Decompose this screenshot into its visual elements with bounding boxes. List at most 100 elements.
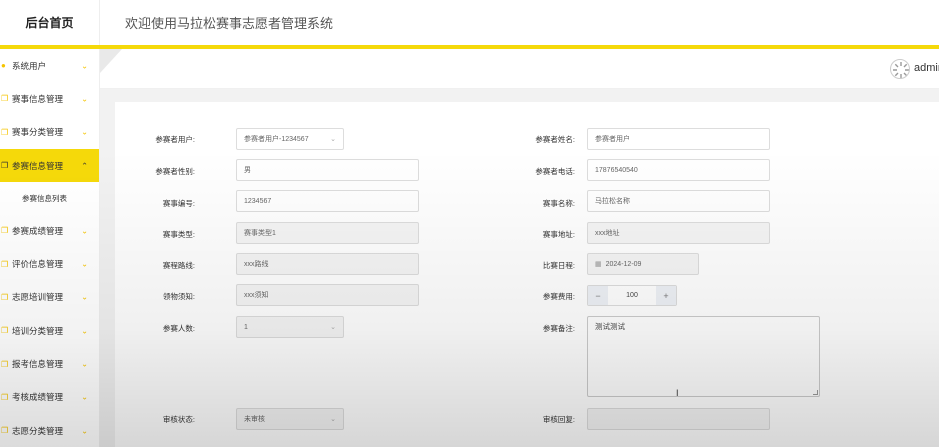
sidebar-item-volunteer-training[interactable]: ❐ 志愿培训管理 ⌄: [0, 281, 99, 314]
participant-count-value: 1: [244, 323, 248, 331]
route-value: xxx路线: [244, 261, 269, 268]
chevron-down-icon: ⌄: [81, 426, 88, 436]
menu-icon: ❐: [1, 392, 9, 402]
sidebar-item-results[interactable]: ❐ 参赛成绩管理 ⌄: [0, 214, 99, 247]
sidebar-item-reviews[interactable]: ❐ 评价信息管理 ⌄: [0, 247, 99, 280]
schedule-label: 比赛日程:: [542, 261, 575, 270]
sidebar-item-label: 考核成绩管理: [12, 392, 64, 403]
participant-name-label: 参赛者姓名:: [535, 135, 575, 144]
app-root: 后台首页 欢迎使用马拉松赛事志愿者管理系统 ● 系统用户 ⌄ ❐ 赛事信息管理 …: [0, 0, 939, 447]
menu-icon: ❐: [1, 426, 9, 436]
sidebar-item-participant-info[interactable]: ❐ 参赛信息管理 ⌃: [0, 148, 99, 183]
route-label: 赛程路线:: [162, 261, 195, 270]
chevron-down-icon: ⌄: [330, 416, 336, 423]
menu-icon: ❐: [1, 226, 9, 236]
sidebar-item-label: 赛事信息管理: [12, 93, 64, 104]
username[interactable]: admin: [914, 62, 939, 74]
sidebar-item-training-category[interactable]: ❐ 培训分类管理 ⌄: [0, 314, 99, 347]
participant-name-field[interactable]: 参赛者用户: [587, 128, 770, 150]
schedule-date-field[interactable]: ▦ 2024-12-09: [587, 253, 699, 275]
pickup-notice-value: xxx须知: [244, 292, 269, 299]
audit-status-value: 未审核: [244, 416, 265, 423]
phone-value: 17876540540: [595, 166, 638, 174]
avatar-icon: [893, 62, 909, 78]
event-number-field[interactable]: 1234567: [236, 190, 419, 212]
phone-label: 参赛者电话:: [535, 167, 575, 176]
event-type-value: 赛事类型1: [244, 230, 276, 237]
participant-user-select[interactable]: 参赛者用户-1234567 ⌄: [236, 128, 344, 150]
page-header: 欢迎使用马拉松赛事志愿者管理系统: [100, 0, 939, 45]
chevron-down-icon: ⌄: [81, 127, 88, 137]
event-address-label: 赛事地址:: [542, 230, 575, 239]
chevron-down-icon: ⌄: [81, 94, 88, 104]
chevron-down-icon: ⌄: [81, 61, 88, 71]
menu-icon: ❐: [1, 161, 9, 171]
phone-field[interactable]: 17876540540: [587, 159, 770, 181]
menu-icon: ❐: [1, 127, 9, 137]
system-title: 欢迎使用马拉松赛事志愿者管理系统: [125, 16, 334, 31]
sidebar: ● 系统用户 ⌄ ❐ 赛事信息管理 ⌄ ❐ 赛事分类管理 ⌄ ❐ 参赛信息管理 …: [0, 49, 100, 447]
chevron-down-icon: ⌄: [81, 326, 88, 336]
sidebar-item-label: 参赛信息管理: [12, 160, 64, 171]
menu-icon: ❐: [1, 359, 9, 369]
chevron-down-icon: ⌄: [81, 392, 88, 402]
audit-status-select[interactable]: 未审核 ⌄: [236, 408, 344, 430]
chevron-down-icon: ⌄: [330, 324, 336, 331]
fee-stepper[interactable]: − 100 +: [587, 285, 677, 306]
chevron-down-icon: ⌄: [330, 136, 336, 143]
menu-icon: ❐: [1, 292, 9, 302]
event-address-value: xxx地址: [595, 230, 620, 237]
event-number-value: 1234567: [244, 197, 272, 205]
decrement-button[interactable]: −: [588, 286, 608, 305]
sidebar-item-application[interactable]: ❐ 报考信息管理 ⌄: [0, 347, 99, 380]
chevron-up-icon: ⌃: [81, 161, 88, 171]
gender-field[interactable]: 男: [236, 159, 419, 181]
event-address-field[interactable]: xxx地址: [587, 222, 770, 244]
chevron-down-icon: ⌄: [81, 259, 88, 269]
sidebar-item-label: 评价信息管理: [12, 259, 64, 270]
fee-value: 100: [608, 286, 656, 305]
collapse-sidebar-toggle[interactable]: [100, 49, 122, 73]
sidebar-item-system-users[interactable]: ● 系统用户 ⌄: [0, 49, 99, 82]
audit-reply-field[interactable]: [587, 408, 770, 430]
resize-handle[interactable]: [813, 390, 818, 395]
event-number-label: 赛事编号:: [162, 199, 195, 208]
submenu-item-participant-list[interactable]: 参赛信息列表: [0, 182, 99, 214]
event-type-label: 赛事类型:: [162, 230, 195, 239]
event-type-field[interactable]: 赛事类型1: [236, 222, 419, 244]
fee-label: 参赛费用:: [542, 292, 575, 301]
event-name-field[interactable]: 马拉松名称: [587, 190, 770, 212]
audit-reply-label: 审核回复:: [542, 415, 575, 424]
participant-count-select[interactable]: 1 ⌄: [236, 316, 344, 338]
brand-home[interactable]: 后台首页: [0, 0, 100, 45]
chevron-down-icon: ⌄: [81, 292, 88, 302]
participant-count-label: 参赛人数:: [162, 324, 195, 333]
user-icon: ●: [1, 61, 6, 71]
sidebar-item-label: 志愿培训管理: [12, 292, 64, 303]
sidebar-item-label: 培训分类管理: [12, 325, 64, 336]
chevron-down-icon: ⌄: [81, 226, 88, 236]
sidebar-item-label: 赛事分类管理: [12, 127, 64, 138]
toolbar: admin: [100, 49, 939, 89]
participant-user-value: 参赛者用户-1234567: [244, 136, 309, 143]
sidebar-item-label: 志愿分类管理: [12, 425, 64, 436]
pickup-notice-label: 领物须知:: [162, 292, 195, 301]
participant-user-label: 参赛者用户:: [155, 135, 195, 144]
remark-value: 测试测试: [595, 322, 625, 331]
audit-status-label: 审核状态:: [162, 415, 195, 424]
gender-label: 参赛者性别:: [155, 167, 195, 176]
pickup-notice-field[interactable]: xxx须知: [236, 284, 419, 306]
sidebar-item-volunteer-category[interactable]: ❐ 志愿分类管理 ⌄: [0, 414, 99, 447]
schedule-date-value: 2024-12-09: [605, 260, 642, 268]
increment-button[interactable]: +: [656, 286, 676, 305]
sidebar-item-event-category[interactable]: ❐ 赛事分类管理 ⌄: [0, 116, 99, 149]
menu-icon: ❐: [1, 326, 9, 336]
sidebar-item-exam-results[interactable]: ❐ 考核成绩管理 ⌄: [0, 381, 99, 414]
menu-icon: ❐: [1, 94, 9, 104]
event-name-value: 马拉松名称: [595, 198, 630, 205]
route-field[interactable]: xxx路线: [236, 253, 419, 275]
remark-textarea[interactable]: 测试测试: [587, 316, 820, 397]
sidebar-item-label: 系统用户: [12, 60, 47, 71]
avatar[interactable]: [890, 59, 910, 79]
sidebar-item-event-info[interactable]: ❐ 赛事信息管理 ⌄: [0, 82, 99, 115]
